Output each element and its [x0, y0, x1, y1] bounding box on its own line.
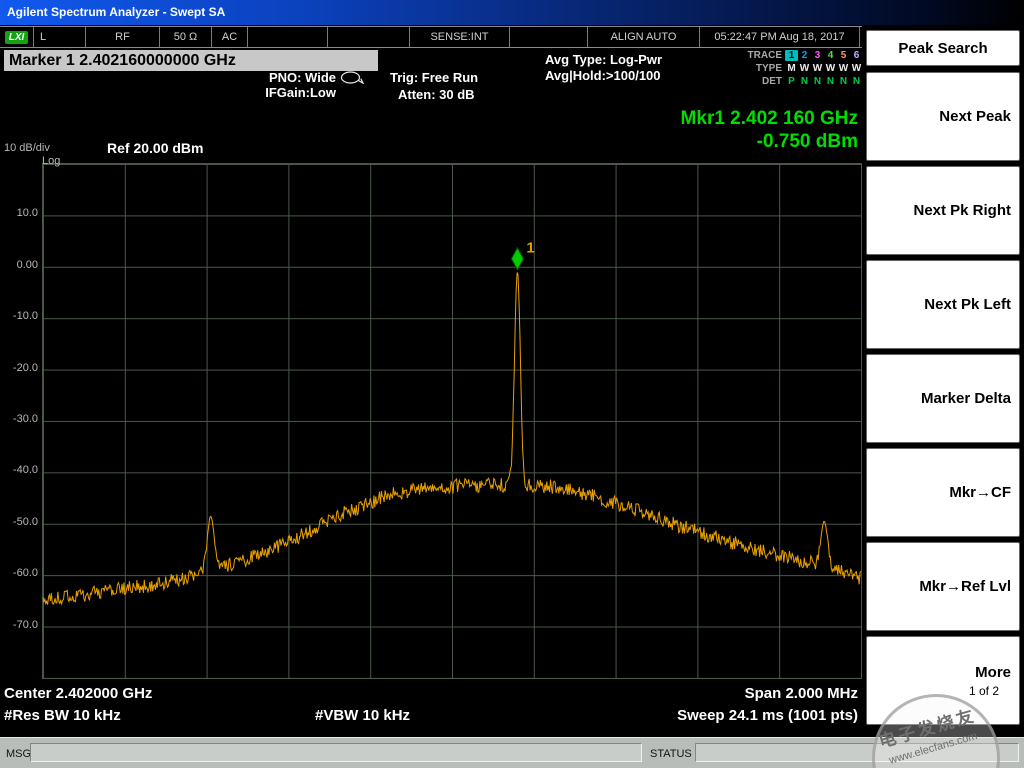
y-tick-m10: -10.0: [12, 310, 38, 322]
lxi-logo: LXI: [4, 30, 29, 44]
trace-4-indicator: 4: [827, 50, 834, 61]
marker-1-diamond: [510, 246, 524, 271]
pno-label: PNO: Wide: [268, 70, 336, 85]
trace-6-indicator: 6: [853, 50, 860, 61]
type-4: W: [825, 63, 836, 74]
trace-row-label: TRACE: [747, 50, 782, 61]
type-5: W: [838, 63, 849, 74]
det-4: N: [826, 76, 835, 87]
type-6: W: [851, 63, 862, 74]
det-row: DET P N N N N N: [742, 75, 863, 88]
softkey-mkr-to-cf[interactable]: Mkr→CF: [866, 448, 1020, 537]
status-bar: LXI L RF 50 Ω AC SENSE:INT ALIGN AUTO 05…: [0, 26, 862, 48]
ref-level-label: Ref 20.00 dBm: [107, 140, 204, 156]
type-row-label: TYPE: [755, 63, 782, 74]
y-tick-m40: -40.0: [12, 464, 38, 476]
det-1: P: [788, 76, 795, 87]
softkey-menu-title: Peak Search: [866, 30, 1020, 66]
lxi-indicator: LXI: [0, 27, 34, 47]
window-title: Agilent Spectrum Analyzer - Swept SA: [7, 5, 226, 19]
atten-label: Atten: 30 dB: [398, 87, 475, 102]
marker-1-number: 1: [526, 240, 534, 257]
trace-3-indicator: 3: [814, 50, 821, 61]
y-tick-m60: -60.0: [12, 567, 38, 579]
y-tick-m50: -50.0: [12, 516, 38, 528]
status-impedance: 50 Ω: [160, 27, 212, 47]
center-freq-annotation: Center 2.402000 GHz: [4, 685, 153, 702]
pno-block: PNO: Wide IFGain:Low: [196, 70, 364, 100]
log-label: Log: [42, 155, 61, 167]
more-page-indicator: 1 of 2: [968, 683, 999, 698]
sweep-type-icon: [340, 71, 364, 84]
y-tick-10: 10.0: [16, 207, 38, 219]
type-2: W: [799, 63, 810, 74]
status-label: STATUS: [650, 748, 692, 760]
trace-2-indicator: 2: [801, 50, 808, 61]
spectrum-graticule: 1: [42, 163, 862, 679]
det-6: N: [852, 76, 861, 87]
spectrum-analyzer-screen: Agilent Spectrum Analyzer - Swept SA LXI…: [0, 0, 1024, 768]
softkey-next-pk-right[interactable]: Next Pk Right: [866, 166, 1020, 255]
span-annotation: Span 2.000 MHz: [744, 685, 858, 702]
softkey-next-pk-left[interactable]: Next Pk Left: [866, 260, 1020, 349]
more-label: More: [975, 663, 1011, 681]
softkey-mkr-to-ref[interactable]: Mkr→Ref Lvl: [866, 542, 1020, 631]
y-tick-m70: -70.0: [12, 619, 38, 631]
det-2: N: [800, 76, 809, 87]
type-3: W: [812, 63, 823, 74]
status-l: L: [34, 27, 86, 47]
status-empty-2: [328, 27, 410, 47]
status-footer: MSG STATUS: [0, 737, 1024, 768]
status-input-rf: RF: [86, 27, 160, 47]
ifgain-label: IFGain:Low: [265, 85, 336, 100]
trace-row: TRACE 1 2 3 4 5 6: [742, 49, 863, 62]
scale-label: 10 dB/div: [4, 142, 50, 154]
sweep-annotation: Sweep 24.1 ms (1001 pts): [677, 707, 858, 724]
y-tick-m30: -30.0: [12, 413, 38, 425]
status-sense: SENSE:INT: [410, 27, 510, 47]
marker-frequency-readout: Marker 1 2.402160000000 GHz: [4, 50, 378, 71]
trace-5-indicator: 5: [840, 50, 847, 61]
msg-label: MSG: [6, 748, 32, 760]
average-block: Avg Type: Log-Pwr Avg|Hold:>100/100: [545, 52, 662, 84]
softkey-marker-delta[interactable]: Marker Delta: [866, 354, 1020, 443]
y-tick-0: 0.00: [16, 259, 38, 271]
status-align: ALIGN AUTO: [588, 27, 700, 47]
type-row: TYPE M W W W W W: [742, 62, 863, 75]
trig-label: Trig: Free Run: [390, 70, 479, 85]
status-empty-1: [248, 27, 328, 47]
softkey-next-peak[interactable]: Next Peak: [866, 72, 1020, 161]
msg-field: [30, 743, 642, 762]
marker-amplitude-text: -0.750 dBm: [756, 131, 858, 152]
trace-1-indicator: 1: [785, 50, 798, 61]
avg-type-label: Avg Type: Log-Pwr: [545, 52, 662, 67]
trace-legend: TRACE 1 2 3 4 5 6 TYPE M W W W W W DET P…: [742, 49, 863, 88]
avg-hold-label: Avg|Hold:>100/100: [545, 68, 661, 83]
marker-freq-text: Mkr1 2.402 160 GHz: [680, 108, 858, 129]
type-1: M: [787, 63, 796, 74]
status-empty-3: [510, 27, 588, 47]
status-coupling: AC: [212, 27, 248, 47]
y-tick-m20: -20.0: [12, 362, 38, 374]
det-5: N: [839, 76, 848, 87]
rbw-annotation: #Res BW 10 kHz: [4, 707, 121, 724]
vbw-annotation: #VBW 10 kHz: [315, 707, 411, 724]
marker-readout: Mkr1 2.402 160 GHz -0.750 dBm: [681, 107, 858, 153]
status-datetime: 05:22:47 PM Aug 18, 2017: [700, 27, 860, 47]
det-3: N: [813, 76, 822, 87]
trace-1: [42, 272, 862, 606]
softkey-panel: Peak Search Next Peak Next Pk Right Next…: [864, 0, 1022, 737]
trigger-block: Trig: Free Run Atten: 30 dB: [390, 69, 478, 103]
det-row-label: DET: [762, 76, 782, 87]
